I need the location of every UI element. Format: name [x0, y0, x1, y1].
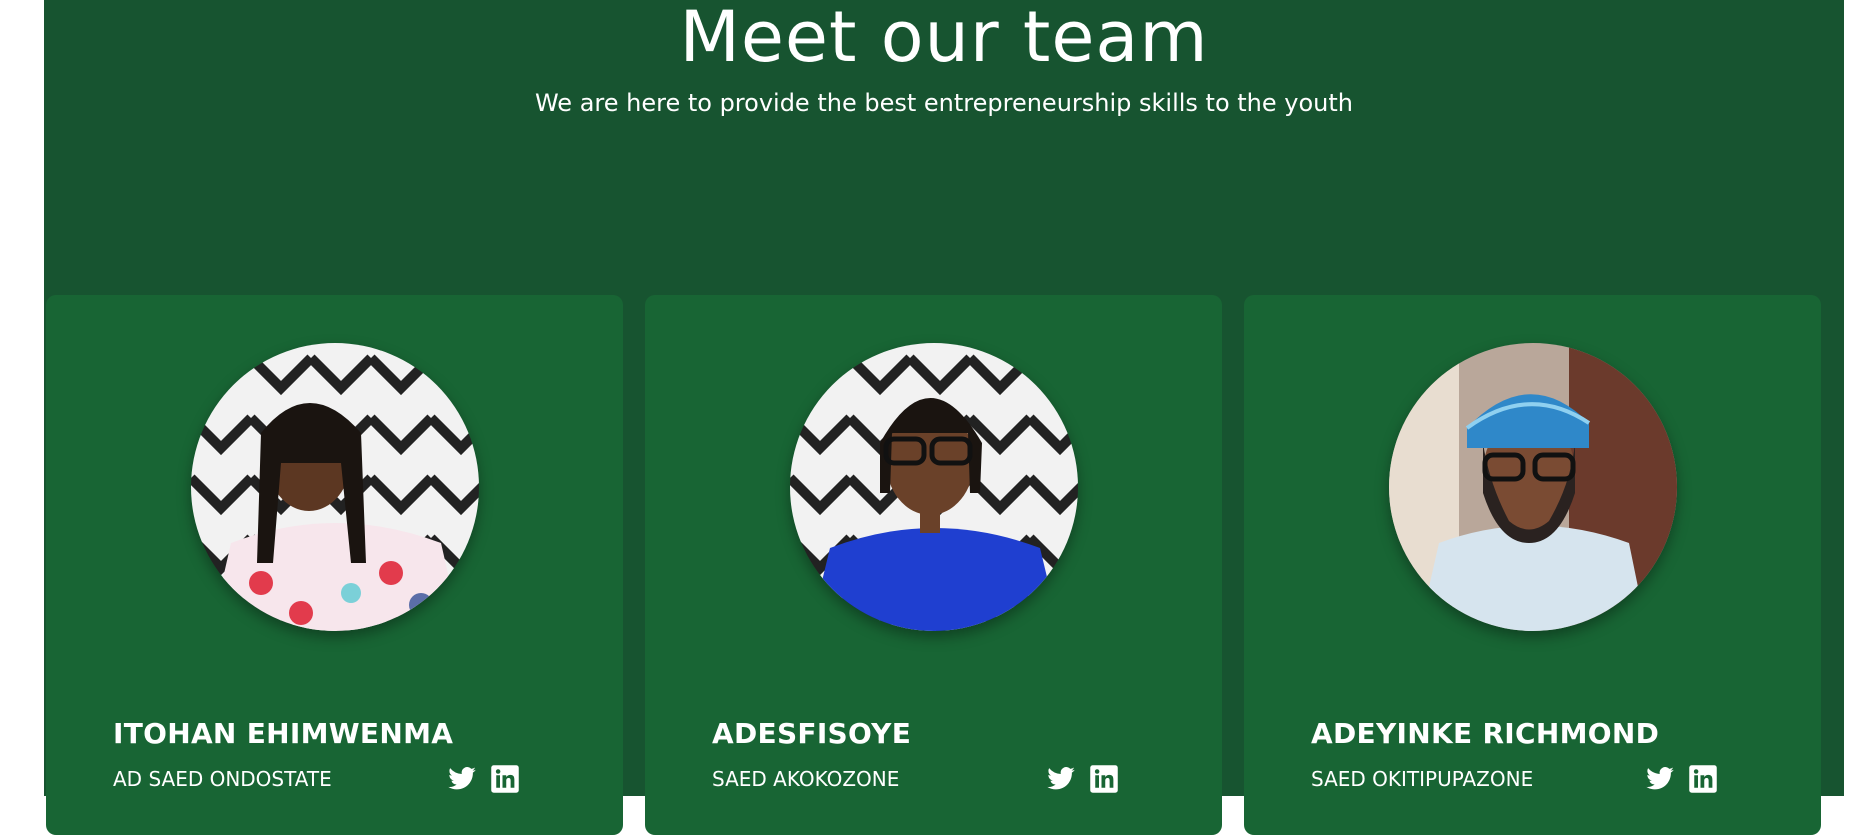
member-role: SAED AKOKOZONE: [712, 767, 900, 791]
social-links: [1644, 764, 1720, 794]
member-name: ADESFISOYE: [712, 717, 912, 750]
member-role: AD SAED ONDOSTATE: [113, 767, 332, 791]
team-card: ITOHAN EHIMWENMA AD SAED ONDOSTATE: [46, 295, 623, 835]
member-photo: [1389, 343, 1677, 631]
team-section: Meet our team We are here to provide the…: [44, 0, 1844, 835]
linkedin-icon[interactable]: [1688, 764, 1720, 794]
team-card: ADEYINKE RICHMOND SAED OKITIPUPAZONE: [1244, 295, 1821, 835]
section-title: Meet our team: [679, 0, 1209, 78]
twitter-icon[interactable]: [1045, 764, 1077, 794]
section-subtitle: We are here to provide the best entrepre…: [534, 89, 1354, 117]
member-name: ITOHAN EHIMWENMA: [113, 717, 454, 750]
linkedin-icon[interactable]: [490, 764, 522, 794]
team-card: ADESFISOYE SAED AKOKOZONE: [645, 295, 1222, 835]
twitter-icon[interactable]: [1644, 764, 1676, 794]
linkedin-icon[interactable]: [1089, 764, 1121, 794]
social-links: [446, 764, 522, 794]
social-links: [1045, 764, 1121, 794]
member-name: ADEYINKE RICHMOND: [1311, 717, 1660, 750]
member-photo: [790, 343, 1078, 631]
twitter-icon[interactable]: [446, 764, 478, 794]
member-photo: [191, 343, 479, 631]
member-role: SAED OKITIPUPAZONE: [1311, 767, 1534, 791]
